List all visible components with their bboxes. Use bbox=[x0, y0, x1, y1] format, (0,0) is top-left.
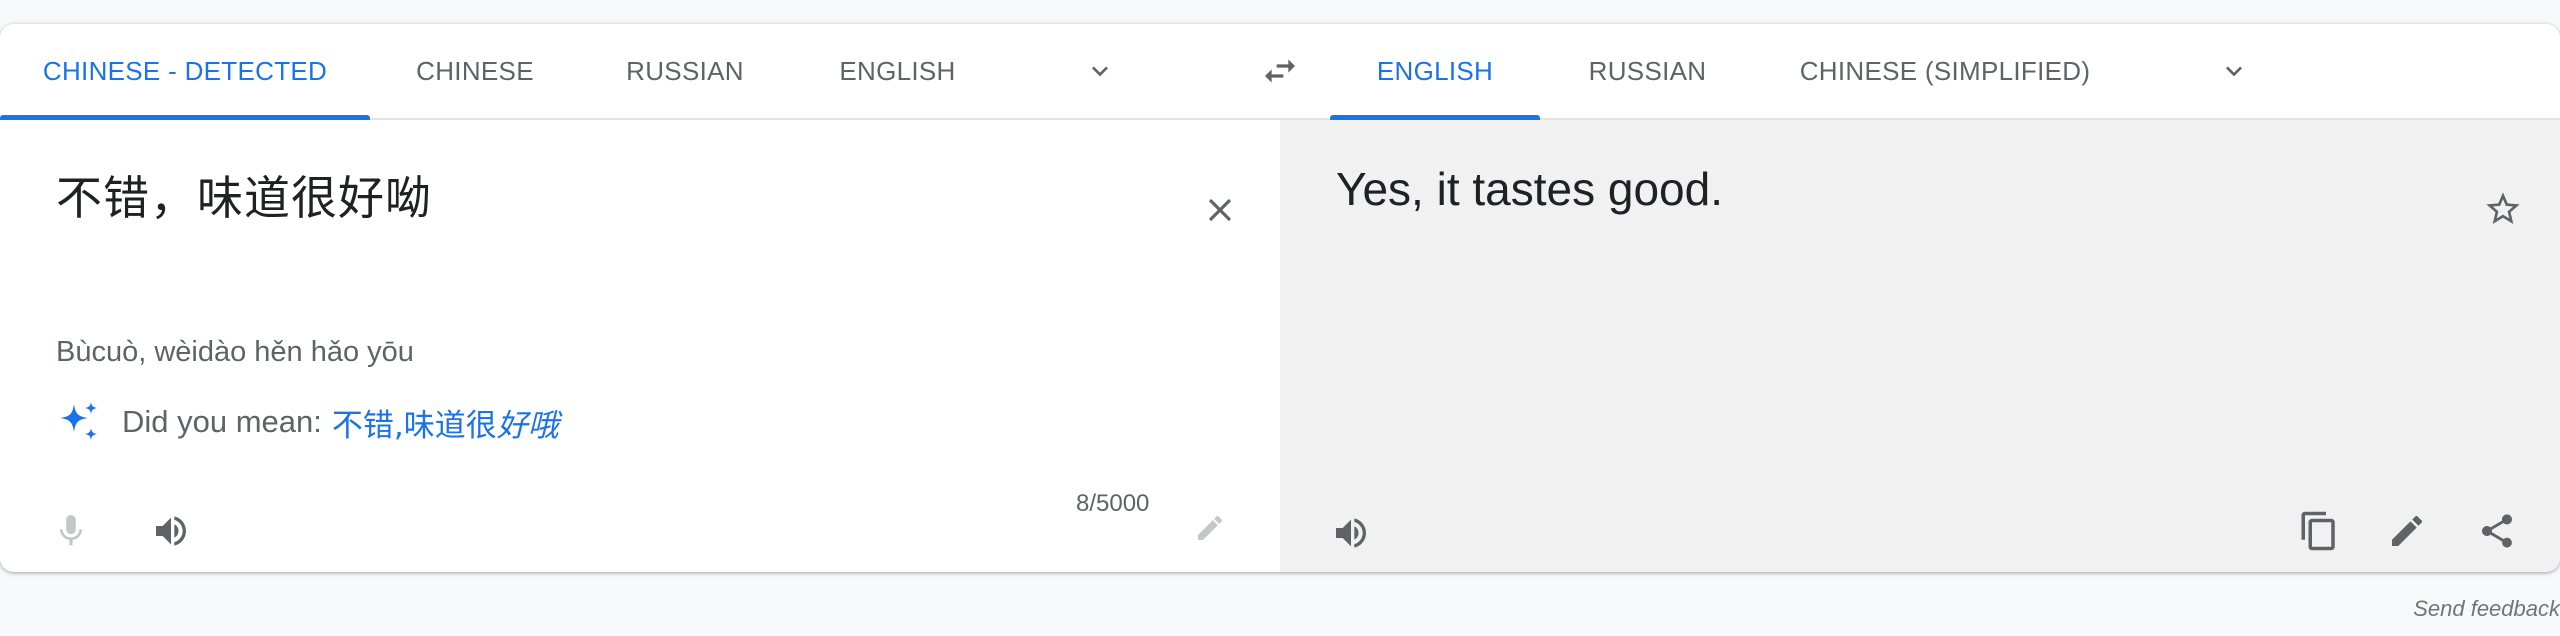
sparkle-icon bbox=[60, 402, 97, 440]
target-pane: Yes, it tastes good. bbox=[1280, 120, 2560, 572]
close-icon bbox=[1208, 198, 1232, 222]
copy-translation-button[interactable] bbox=[2294, 506, 2344, 556]
tab-source-russian[interactable]: RUSSIAN bbox=[580, 24, 790, 118]
save-translation-button[interactable] bbox=[2480, 186, 2526, 232]
translate-card: CHINESE - DETECTED CHINESE RUSSIAN ENGLI… bbox=[0, 24, 2560, 572]
suggestion-prefix: 不错,味道很 bbox=[331, 407, 497, 444]
tab-target-english[interactable]: ENGLISH bbox=[1330, 24, 1540, 120]
listen-source-button[interactable] bbox=[146, 506, 196, 556]
chevron-down-icon bbox=[1092, 66, 1108, 77]
share-translation-button[interactable] bbox=[2472, 506, 2522, 556]
speaker-icon bbox=[156, 516, 186, 546]
microphone-button[interactable] bbox=[46, 506, 96, 556]
chevron-down-icon bbox=[2226, 66, 2242, 77]
microphone-icon bbox=[59, 515, 83, 546]
suggestion-emphasis: 好哦 bbox=[496, 407, 559, 444]
tab-source-chinese-detected[interactable]: CHINESE - DETECTED bbox=[0, 24, 370, 120]
share-icon bbox=[2482, 514, 2512, 548]
transliteration: Bùcuò, wèidào hěn hǎo yōu bbox=[56, 336, 414, 368]
source-more-languages-button[interactable] bbox=[1076, 47, 1124, 95]
send-feedback-link[interactable]: Send feedback bbox=[2413, 596, 2560, 622]
edit-source-button[interactable] bbox=[1188, 506, 1232, 550]
tab-target-chinese-simplified[interactable]: CHINESE (SIMPLIFIED) bbox=[1755, 24, 2135, 118]
did-you-mean-label: Did you mean: bbox=[122, 404, 322, 439]
translation-output: Yes, it tastes good. bbox=[1336, 163, 1724, 215]
speaker-icon bbox=[1336, 518, 1366, 548]
language-tab-bar: CHINESE - DETECTED CHINESE RUSSIAN ENGLI… bbox=[0, 24, 2560, 120]
source-pane: 不错，味道很好呦 Bùcuò, wèidào hěn hǎo yōu Did y… bbox=[0, 120, 1280, 572]
tab-source-chinese[interactable]: CHINESE bbox=[370, 24, 580, 118]
suggestion-link[interactable]: 不错,味道很好哦 bbox=[332, 400, 559, 445]
tab-source-english[interactable]: ENGLISH bbox=[790, 24, 1005, 118]
pencil-icon bbox=[2392, 515, 2423, 546]
target-more-languages-button[interactable] bbox=[2210, 47, 2258, 95]
suggest-edit-button[interactable] bbox=[2382, 506, 2432, 556]
source-text-input[interactable]: 不错，味道很好呦 bbox=[56, 162, 432, 228]
character-count: 8/5000 bbox=[1076, 490, 1150, 517]
copy-icon bbox=[2301, 511, 2335, 551]
tab-target-russian[interactable]: RUSSIAN bbox=[1540, 24, 1755, 118]
listen-translation-button[interactable] bbox=[1326, 508, 1376, 558]
star-icon bbox=[2486, 192, 2520, 224]
swap-languages-button[interactable] bbox=[1256, 47, 1304, 95]
pencil-icon bbox=[1198, 515, 1223, 540]
swap-languages-icon bbox=[1265, 59, 1295, 83]
did-you-mean: Did you mean: 不错,味道很好哦 bbox=[54, 398, 559, 446]
clear-source-button[interactable] bbox=[1196, 186, 1244, 234]
